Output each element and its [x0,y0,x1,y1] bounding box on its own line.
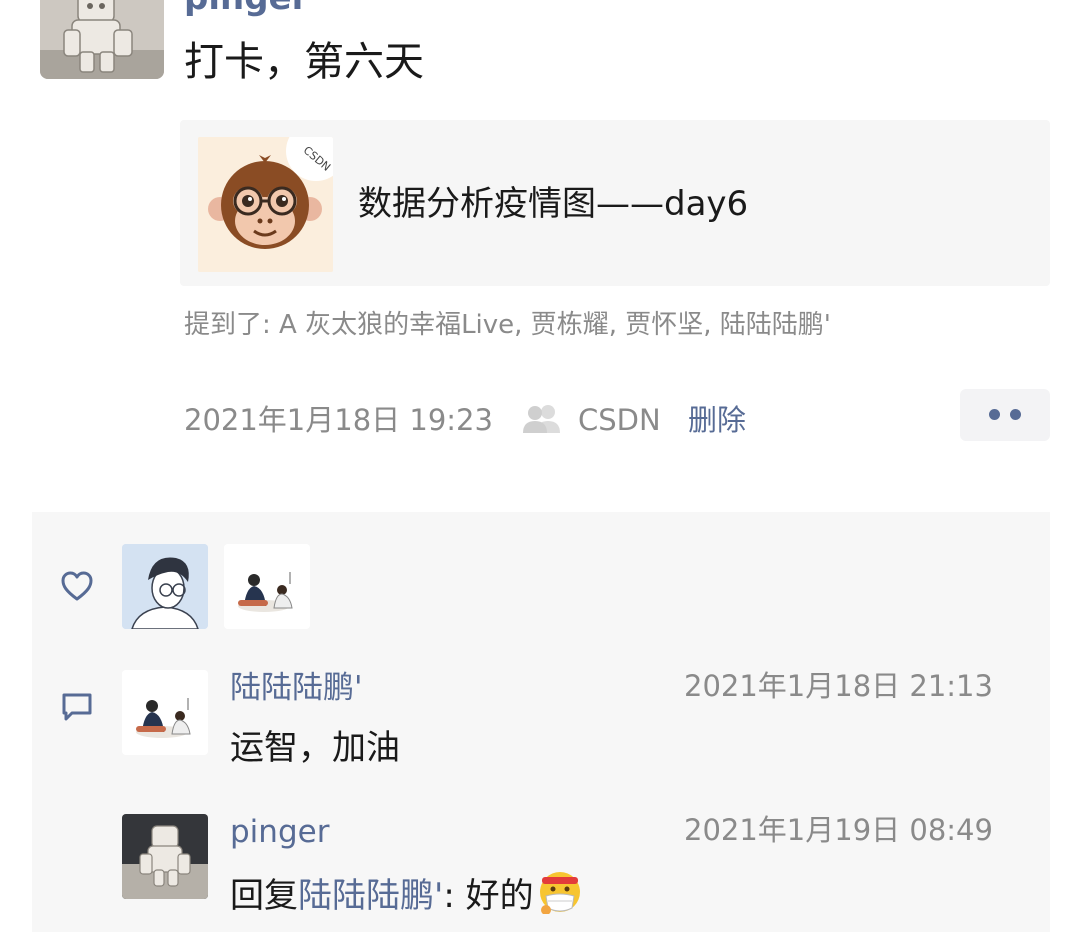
group-icon [520,403,564,435]
comment-timestamp: 2021年1月18日 21:13 [684,669,993,703]
more-button[interactable] [960,389,1050,441]
link-title[interactable]: 数据分析疫情图——day6 [358,182,748,226]
comment-author-avatar[interactable] [122,670,208,755]
more-icon [989,409,1000,420]
reply-prefix: 回复 [230,876,298,916]
link-thumbnail: CSDN [198,137,333,272]
reply-text: : 好的 [443,876,534,916]
comment-timestamp: 2021年1月19日 08:49 [684,813,993,847]
comment-icon [60,692,94,722]
comment-author-avatar[interactable] [122,814,208,899]
post-source: CSDN [578,403,661,437]
post-timestamp: 2021年1月18日 19:23 [184,403,493,437]
comment-text[interactable]: 运智，加油 [230,726,400,770]
post-text: 打卡，第六天 [184,39,424,85]
delete-button[interactable]: 删除 [688,400,746,440]
comment-text[interactable]: 回复陆陆陆鹏': 好的 [230,870,584,925]
mask-face-emoji [536,870,584,925]
post-author-name[interactable]: pinger [184,0,308,18]
liker-avatar[interactable] [122,544,208,629]
reply-to-user[interactable]: 陆陆陆鹏' [298,876,443,916]
comment-author[interactable]: 陆陆陆鹏' [230,668,363,708]
comment-author[interactable]: pinger [230,812,329,852]
post-author-avatar[interactable] [40,0,164,79]
heart-icon [60,570,94,602]
liker-avatar[interactable] [224,544,310,629]
mentioned-users: 提到了: A 灰太狼的幸福Live, 贾栋耀, 贾怀坚, 陆陆陆鹏' [184,310,831,340]
more-icon-dot [1010,409,1021,420]
